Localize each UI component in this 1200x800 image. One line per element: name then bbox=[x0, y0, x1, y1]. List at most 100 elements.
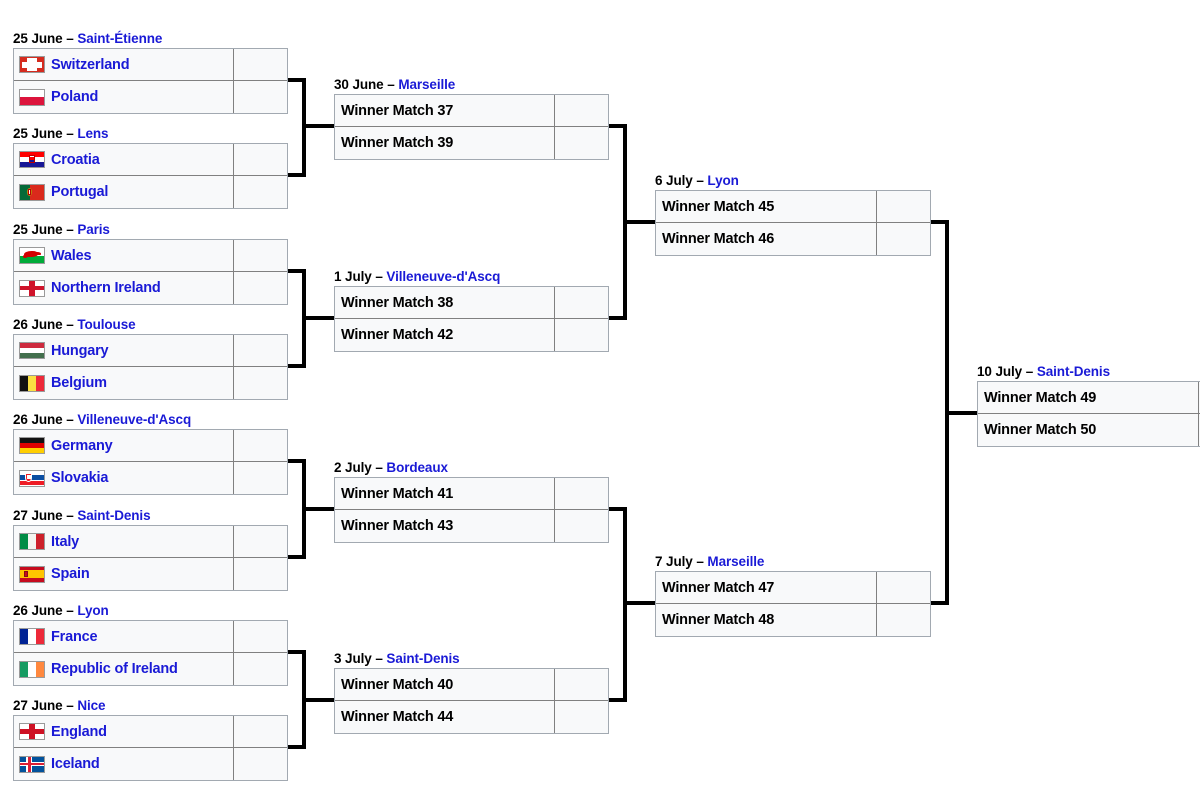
competitor-cell[interactable]: Winner Match 48 bbox=[656, 604, 878, 636]
competitor-cell[interactable]: Republic of Ireland bbox=[14, 653, 235, 685]
score-cell[interactable] bbox=[234, 272, 287, 304]
match-row[interactable]: Winner Match 45 bbox=[656, 191, 930, 223]
score-cell[interactable] bbox=[234, 367, 287, 399]
score-cell[interactable] bbox=[234, 653, 287, 685]
match-row[interactable]: Germany bbox=[14, 430, 287, 462]
competitor-cell[interactable]: Winner Match 46 bbox=[656, 223, 878, 255]
score-cell[interactable] bbox=[234, 144, 287, 175]
competitor-cell[interactable]: Slovakia bbox=[14, 462, 235, 494]
match-row[interactable]: Croatia bbox=[14, 144, 287, 176]
match-box[interactable]: Winner Match 49 Winner Match 50 bbox=[977, 381, 1200, 447]
match-row[interactable]: Winner Match 37 bbox=[335, 95, 608, 127]
score-cell[interactable] bbox=[234, 430, 287, 461]
score-cell[interactable] bbox=[234, 462, 287, 494]
match-box[interactable]: Germany Slovakia bbox=[13, 429, 288, 495]
score-cell[interactable] bbox=[234, 49, 287, 80]
match-box[interactable]: England Iceland bbox=[13, 715, 288, 781]
competitor-cell[interactable]: Winner Match 39 bbox=[335, 127, 556, 159]
score-cell[interactable] bbox=[234, 240, 287, 271]
score-cell[interactable] bbox=[555, 95, 608, 126]
match-row[interactable]: Winner Match 50 bbox=[978, 414, 1200, 446]
competitor-cell[interactable]: Winner Match 41 bbox=[335, 478, 556, 509]
competitor-cell[interactable]: Germany bbox=[14, 430, 235, 461]
match-row[interactable]: Poland bbox=[14, 81, 287, 113]
score-cell[interactable] bbox=[555, 478, 608, 509]
score-cell[interactable] bbox=[555, 669, 608, 700]
match-row[interactable]: Winner Match 38 bbox=[335, 287, 608, 319]
match-row[interactable]: Winner Match 40 bbox=[335, 669, 608, 701]
competitor-cell[interactable]: Hungary bbox=[14, 335, 235, 366]
competitor-cell[interactable]: Winner Match 45 bbox=[656, 191, 878, 222]
competitor-cell[interactable]: England bbox=[14, 716, 235, 747]
competitor-cell[interactable]: Northern Ireland bbox=[14, 272, 235, 304]
score-cell[interactable] bbox=[555, 701, 608, 733]
match-row[interactable]: Winner Match 47 bbox=[656, 572, 930, 604]
score-cell[interactable] bbox=[234, 176, 287, 208]
match-box[interactable]: Winner Match 41 Winner Match 43 bbox=[334, 477, 609, 543]
match-box[interactable]: Wales Northern Ireland bbox=[13, 239, 288, 305]
match-box[interactable]: Winner Match 38 Winner Match 42 bbox=[334, 286, 609, 352]
competitor-cell[interactable]: Winner Match 43 bbox=[335, 510, 556, 542]
match-row[interactable]: Northern Ireland bbox=[14, 272, 287, 304]
match-row[interactable]: Winner Match 44 bbox=[335, 701, 608, 733]
competitor-cell[interactable]: Winner Match 38 bbox=[335, 287, 556, 318]
match-row[interactable]: France bbox=[14, 621, 287, 653]
match-row[interactable]: Slovakia bbox=[14, 462, 287, 494]
match-box[interactable]: France Republic of Ireland bbox=[13, 620, 288, 686]
competitor-cell[interactable]: France bbox=[14, 621, 235, 652]
match-row[interactable]: Winner Match 41 bbox=[335, 478, 608, 510]
score-cell[interactable] bbox=[234, 621, 287, 652]
competitor-cell[interactable]: Croatia bbox=[14, 144, 235, 175]
score-cell[interactable] bbox=[877, 604, 930, 636]
score-cell[interactable] bbox=[234, 716, 287, 747]
competitor-cell[interactable]: Belgium bbox=[14, 367, 235, 399]
score-cell[interactable] bbox=[555, 127, 608, 159]
match-box[interactable]: Switzerland Poland bbox=[13, 48, 288, 114]
match-row[interactable]: Wales bbox=[14, 240, 287, 272]
score-cell[interactable] bbox=[555, 510, 608, 542]
score-cell[interactable] bbox=[555, 319, 608, 351]
competitor-cell[interactable]: Iceland bbox=[14, 748, 235, 780]
match-row[interactable]: Iceland bbox=[14, 748, 287, 780]
competitor-cell[interactable]: Spain bbox=[14, 558, 235, 590]
match-row[interactable]: Belgium bbox=[14, 367, 287, 399]
competitor-cell[interactable]: Winner Match 37 bbox=[335, 95, 556, 126]
match-row[interactable]: Winner Match 42 bbox=[335, 319, 608, 351]
competitor-cell[interactable]: Poland bbox=[14, 81, 235, 113]
match-row[interactable]: Republic of Ireland bbox=[14, 653, 287, 685]
score-cell[interactable] bbox=[877, 572, 930, 603]
match-row[interactable]: Spain bbox=[14, 558, 287, 590]
match-row[interactable]: Winner Match 46 bbox=[656, 223, 930, 255]
match-row[interactable]: Winner Match 49 bbox=[978, 382, 1200, 414]
score-cell[interactable] bbox=[234, 335, 287, 366]
score-cell[interactable] bbox=[234, 81, 287, 113]
match-box[interactable]: Hungary Belgium bbox=[13, 334, 288, 400]
match-box[interactable]: Croatia Portugal bbox=[13, 143, 288, 209]
competitor-cell[interactable]: Winner Match 42 bbox=[335, 319, 556, 351]
score-cell[interactable] bbox=[234, 526, 287, 557]
competitor-cell[interactable]: Winner Match 49 bbox=[978, 382, 1200, 413]
competitor-cell[interactable]: Italy bbox=[14, 526, 235, 557]
score-cell[interactable] bbox=[877, 223, 930, 255]
competitor-cell[interactable]: Winner Match 40 bbox=[335, 669, 556, 700]
match-row[interactable]: England bbox=[14, 716, 287, 748]
match-box[interactable]: Winner Match 37 Winner Match 39 bbox=[334, 94, 609, 160]
match-row[interactable]: Portugal bbox=[14, 176, 287, 208]
competitor-cell[interactable]: Switzerland bbox=[14, 49, 235, 80]
competitor-cell[interactable]: Winner Match 44 bbox=[335, 701, 556, 733]
match-box[interactable]: Italy Spain bbox=[13, 525, 288, 591]
match-row[interactable]: Italy bbox=[14, 526, 287, 558]
competitor-cell[interactable]: Portugal bbox=[14, 176, 235, 208]
match-box[interactable]: Winner Match 40 Winner Match 44 bbox=[334, 668, 609, 734]
match-row[interactable]: Winner Match 43 bbox=[335, 510, 608, 542]
competitor-cell[interactable]: Wales bbox=[14, 240, 235, 271]
match-row[interactable]: Switzerland bbox=[14, 49, 287, 81]
score-cell[interactable] bbox=[234, 748, 287, 780]
match-row[interactable]: Winner Match 48 bbox=[656, 604, 930, 636]
competitor-cell[interactable]: Winner Match 47 bbox=[656, 572, 878, 603]
match-box[interactable]: Winner Match 45 Winner Match 46 bbox=[655, 190, 931, 256]
score-cell[interactable] bbox=[877, 191, 930, 222]
match-row[interactable]: Winner Match 39 bbox=[335, 127, 608, 159]
score-cell[interactable] bbox=[234, 558, 287, 590]
competitor-cell[interactable]: Winner Match 50 bbox=[978, 414, 1200, 446]
